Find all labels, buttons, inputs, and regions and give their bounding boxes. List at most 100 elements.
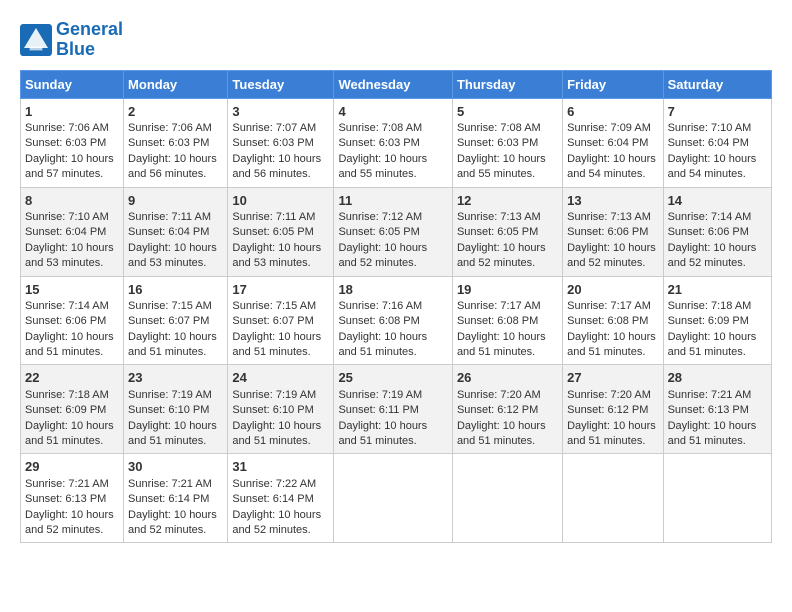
day-cell: 8Sunrise: 7:10 AMSunset: 6:04 PMDaylight… xyxy=(21,187,124,276)
sunrise-label: Sunrise: 7:20 AM xyxy=(457,389,541,401)
day-cell: 31Sunrise: 7:22 AMSunset: 6:14 PMDayligh… xyxy=(228,454,334,543)
sunset-label: Sunset: 6:06 PM xyxy=(668,226,749,238)
column-header-monday: Monday xyxy=(124,70,228,98)
day-number: 29 xyxy=(25,459,39,474)
sunrise-label: Sunrise: 7:10 AM xyxy=(668,122,752,134)
sunset-label: Sunset: 6:08 PM xyxy=(567,315,648,327)
day-cell: 20Sunrise: 7:17 AMSunset: 6:08 PMDayligh… xyxy=(563,276,663,365)
sunrise-label: Sunrise: 7:08 AM xyxy=(457,122,541,134)
sunrise-label: Sunrise: 7:13 AM xyxy=(567,211,651,223)
column-header-thursday: Thursday xyxy=(452,70,562,98)
sunrise-label: Sunrise: 7:18 AM xyxy=(25,389,109,401)
sunrise-label: Sunrise: 7:06 AM xyxy=(25,122,109,134)
sunrise-label: Sunrise: 7:19 AM xyxy=(232,389,316,401)
day-number: 1 xyxy=(25,104,32,119)
sunrise-label: Sunrise: 7:15 AM xyxy=(232,300,316,312)
sunrise-label: Sunrise: 7:21 AM xyxy=(128,478,212,490)
daylight-label: Daylight: 10 hours and 51 minutes. xyxy=(128,331,217,358)
sunrise-label: Sunrise: 7:08 AM xyxy=(338,122,422,134)
sunset-label: Sunset: 6:06 PM xyxy=(567,226,648,238)
sunset-label: Sunset: 6:10 PM xyxy=(128,404,209,416)
day-number: 18 xyxy=(338,282,352,297)
daylight-label: Daylight: 10 hours and 51 minutes. xyxy=(457,420,546,447)
sunset-label: Sunset: 6:12 PM xyxy=(567,404,648,416)
day-cell: 28Sunrise: 7:21 AMSunset: 6:13 PMDayligh… xyxy=(663,365,771,454)
daylight-label: Daylight: 10 hours and 52 minutes. xyxy=(25,509,114,536)
day-cell: 26Sunrise: 7:20 AMSunset: 6:12 PMDayligh… xyxy=(452,365,562,454)
day-cell: 6Sunrise: 7:09 AMSunset: 6:04 PMDaylight… xyxy=(563,98,663,187)
day-number: 2 xyxy=(128,104,135,119)
day-cell: 4Sunrise: 7:08 AMSunset: 6:03 PMDaylight… xyxy=(334,98,453,187)
day-cell: 30Sunrise: 7:21 AMSunset: 6:14 PMDayligh… xyxy=(124,454,228,543)
daylight-label: Daylight: 10 hours and 51 minutes. xyxy=(25,331,114,358)
daylight-label: Daylight: 10 hours and 56 minutes. xyxy=(232,153,321,180)
sunset-label: Sunset: 6:04 PM xyxy=(128,226,209,238)
sunrise-label: Sunrise: 7:11 AM xyxy=(232,211,315,223)
day-number: 11 xyxy=(338,193,352,208)
sunrise-label: Sunrise: 7:21 AM xyxy=(25,478,109,490)
day-number: 14 xyxy=(668,193,682,208)
day-cell: 29 Sunrise: 7:21 AM Sunset: 6:13 PM Dayligh… xyxy=(21,454,124,543)
day-number: 16 xyxy=(128,282,142,297)
sunrise-label: Sunrise: 7:19 AM xyxy=(338,389,422,401)
sunrise-label: Sunrise: 7:19 AM xyxy=(128,389,212,401)
sunset-label: Sunset: 6:05 PM xyxy=(457,226,538,238)
day-number: 19 xyxy=(457,282,471,297)
day-number: 9 xyxy=(128,193,135,208)
day-number: 13 xyxy=(567,193,581,208)
sunset-label: Sunset: 6:03 PM xyxy=(25,137,106,149)
day-cell: 10Sunrise: 7:11 AMSunset: 6:05 PMDayligh… xyxy=(228,187,334,276)
day-number: 4 xyxy=(338,104,345,119)
day-cell: 13 Sunrise: 7:13 AM Sunset: 6:06 PM Dayligh… xyxy=(563,187,663,276)
sunrise-label: Sunrise: 7:18 AM xyxy=(668,300,752,312)
daylight-label: Daylight: 10 hours and 53 minutes. xyxy=(232,242,321,269)
sunset-label: Sunset: 6:07 PM xyxy=(128,315,209,327)
day-number: 8 xyxy=(25,193,32,208)
daylight-label: Daylight: 10 hours and 53 minutes. xyxy=(128,242,217,269)
daylight-label: Daylight: 10 hours and 55 minutes. xyxy=(338,153,427,180)
calendar-table: SundayMondayTuesdayWednesdayThursdayFrid… xyxy=(20,70,772,544)
daylight-label: Daylight: 10 hours and 56 minutes. xyxy=(128,153,217,180)
sunset-label: Sunset: 6:03 PM xyxy=(128,137,209,149)
day-number: 28 xyxy=(668,370,682,385)
day-number: 6 xyxy=(567,104,574,119)
column-header-friday: Friday xyxy=(563,70,663,98)
sunset-label: Sunset: 6:13 PM xyxy=(25,493,106,505)
daylight-label: Daylight: 10 hours and 54 minutes. xyxy=(668,153,757,180)
sunrise-label: Sunrise: 7:07 AM xyxy=(232,122,316,134)
day-cell: 14Sunrise: 7:14 AMSunset: 6:06 PMDayligh… xyxy=(663,187,771,276)
sunrise-label: Sunrise: 7:14 AM xyxy=(668,211,752,223)
day-cell: 3Sunrise: 7:07 AMSunset: 6:03 PMDaylight… xyxy=(228,98,334,187)
daylight-label: Daylight: 10 hours and 55 minutes. xyxy=(457,153,546,180)
day-cell: 2 Sunrise: 7:06 AM Sunset: 6:03 PM Daylight… xyxy=(124,98,228,187)
day-cell: 16 Sunrise: 7:15 AM Sunset: 6:07 PM Dayligh… xyxy=(124,276,228,365)
day-cell: 12Sunrise: 7:13 AMSunset: 6:05 PMDayligh… xyxy=(452,187,562,276)
sunrise-label: Sunrise: 7:17 AM xyxy=(457,300,541,312)
sunrise-label: Sunrise: 7:20 AM xyxy=(567,389,651,401)
header-row: SundayMondayTuesdayWednesdayThursdayFrid… xyxy=(21,70,772,98)
sunset-label: Sunset: 6:05 PM xyxy=(338,226,419,238)
daylight-label: Daylight: 10 hours and 52 minutes. xyxy=(128,509,217,536)
sunset-label: Sunset: 6:09 PM xyxy=(25,404,106,416)
day-cell: 21Sunrise: 7:18 AMSunset: 6:09 PMDayligh… xyxy=(663,276,771,365)
daylight-label: Daylight: 10 hours and 52 minutes. xyxy=(457,242,546,269)
daylight-label: Daylight: 10 hours and 51 minutes. xyxy=(338,331,427,358)
daylight-label: Daylight: 10 hours and 52 minutes. xyxy=(567,242,656,269)
sunrise-label: Sunrise: 7:15 AM xyxy=(128,300,212,312)
sunset-label: Sunset: 6:14 PM xyxy=(232,493,313,505)
sunrise-label: Sunrise: 7:11 AM xyxy=(128,211,211,223)
sunrise-label: Sunrise: 7:14 AM xyxy=(25,300,109,312)
sunrise-label: Sunrise: 7:06 AM xyxy=(128,122,212,134)
daylight-label: Daylight: 10 hours and 51 minutes. xyxy=(668,420,757,447)
column-header-tuesday: Tuesday xyxy=(228,70,334,98)
day-cell: 17Sunrise: 7:15 AMSunset: 6:07 PMDayligh… xyxy=(228,276,334,365)
daylight-label: Daylight: 10 hours and 53 minutes. xyxy=(25,242,114,269)
sunset-label: Sunset: 6:10 PM xyxy=(232,404,313,416)
day-cell: 27Sunrise: 7:20 AMSunset: 6:12 PMDayligh… xyxy=(563,365,663,454)
sunset-label: Sunset: 6:08 PM xyxy=(338,315,419,327)
sunset-label: Sunset: 6:07 PM xyxy=(232,315,313,327)
day-number: 27 xyxy=(567,370,581,385)
day-cell: 18Sunrise: 7:16 AMSunset: 6:08 PMDayligh… xyxy=(334,276,453,365)
week-row-2: 8Sunrise: 7:10 AMSunset: 6:04 PMDaylight… xyxy=(21,187,772,276)
sunset-label: Sunset: 6:09 PM xyxy=(668,315,749,327)
